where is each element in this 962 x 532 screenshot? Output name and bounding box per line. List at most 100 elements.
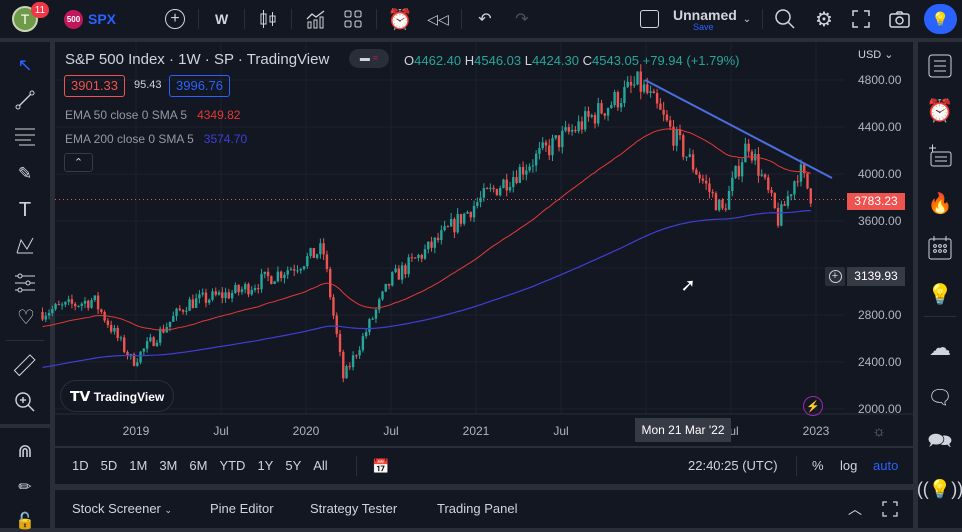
go-to-date-icon[interactable]: 📅 (371, 456, 391, 476)
publish-idea-button[interactable]: 💡 (924, 4, 957, 34)
text-icon[interactable]: T (14, 199, 36, 221)
range-all[interactable]: All (313, 458, 327, 473)
brush-icon[interactable]: ✎ (14, 163, 36, 185)
tab-stock-screener[interactable]: Stock Screener ⌄ (72, 501, 172, 516)
lightning-icon[interactable]: ⚡ (803, 396, 823, 416)
range-1d[interactable]: 1D (72, 458, 89, 473)
redo-icon[interactable]: ↷ (512, 9, 532, 29)
candle-body (423, 249, 427, 259)
buy-button[interactable]: 3996.76 (169, 75, 230, 97)
ideas-bulb-icon[interactable]: 💡 (927, 281, 953, 307)
candle-body (548, 145, 551, 156)
cursor-icon[interactable]: ↖ (14, 54, 36, 76)
visibility-toggle[interactable]: ▬ ≈ (349, 49, 389, 68)
candle-body (466, 211, 469, 214)
candle-body (109, 325, 113, 332)
range-ytd[interactable]: YTD (219, 458, 245, 473)
chats-icon[interactable]: 🗨 (927, 384, 953, 410)
watchlist-icon[interactable] (928, 54, 952, 78)
fullscreen-icon[interactable] (851, 9, 871, 29)
candle-body (420, 255, 423, 259)
range-1y[interactable]: 1Y (257, 458, 273, 473)
date-range-bar: 1D 5D 1M 3M 6M YTD 1Y 5Y All 📅 22:40:25 (UTC) % … (55, 448, 913, 484)
range-5y[interactable]: 5Y (285, 458, 301, 473)
search-icon[interactable] (774, 8, 796, 30)
symbol-search[interactable]: SPX (88, 11, 116, 27)
range-5d[interactable]: 5D (101, 458, 118, 473)
chat-cloud-icon[interactable]: ☁ (926, 335, 954, 361)
chevron-up-icon[interactable]: ︿ (845, 499, 865, 519)
data-window-icon[interactable] (928, 144, 952, 168)
range-6m[interactable]: 6M (189, 458, 207, 473)
calendar-icon[interactable] (928, 236, 952, 260)
range-1m[interactable]: 1M (129, 458, 147, 473)
symbol-logo: 500 (64, 10, 83, 29)
messages-icon[interactable]: 🗪 (927, 430, 953, 456)
layout-square-icon[interactable] (640, 10, 659, 28)
prediction-icon[interactable] (14, 272, 36, 294)
add-alert-icon[interactable]: + (825, 267, 845, 286)
candle-body (201, 292, 204, 295)
trend-line-icon[interactable] (14, 89, 36, 111)
streams-icon[interactable]: ((💡)) (917, 476, 962, 502)
percent-toggle[interactable]: % (812, 458, 824, 473)
candle-body (410, 257, 414, 259)
camera-icon[interactable] (888, 9, 910, 29)
ema50-legend[interactable]: EMA 50 close 0 SMA 5 4349.82 (65, 108, 240, 122)
candle-body (734, 165, 737, 178)
candles-icon[interactable] (258, 8, 278, 30)
interval-button[interactable]: W (215, 11, 228, 27)
chart-settings-sun-icon[interactable]: ☼ (870, 422, 888, 440)
chevron-down-icon[interactable]: ⌄ (740, 11, 754, 27)
undo-icon[interactable]: ↶ (475, 9, 495, 29)
auto-toggle[interactable]: auto (873, 458, 898, 473)
tab-trading-panel[interactable]: Trading Panel (437, 501, 517, 516)
ruler-icon[interactable] (13, 354, 36, 378)
lock-icon[interactable]: 🔓 (14, 510, 36, 532)
gear-icon[interactable]: ⚙ (812, 7, 836, 31)
indicators-icon[interactable] (305, 8, 327, 30)
candle-body (740, 162, 744, 177)
candle-body (682, 135, 685, 157)
fib-icon[interactable] (14, 126, 36, 148)
candle-body (809, 188, 812, 204)
log-toggle[interactable]: log (840, 458, 857, 473)
candle-body (580, 121, 584, 130)
ohlc-readout: O4462.40 H4546.03 L4424.30 C4543.05 +79.… (404, 53, 740, 68)
candle-body (485, 188, 489, 190)
alarm-clock-icon[interactable]: ⏰ (926, 98, 953, 124)
ema200-legend[interactable]: EMA 200 close 0 SMA 5 3574.70 (65, 132, 247, 146)
candle-body (806, 173, 809, 189)
currency-selector[interactable]: USD ⌄ (858, 48, 894, 61)
maximize-panel-icon[interactable] (880, 499, 900, 519)
templates-icon[interactable] (343, 9, 363, 29)
save-button[interactable]: Save (693, 22, 714, 32)
pattern-icon[interactable] (14, 235, 36, 257)
price-chart[interactable] (41, 42, 913, 446)
magnet-icon[interactable]: ⋒ (14, 440, 36, 462)
candle-body (711, 191, 714, 194)
clock[interactable]: 22:40:25 (UTC) (688, 458, 778, 473)
heart-icon[interactable]: ♡ (14, 306, 38, 329)
tab-pine-editor[interactable]: Pine Editor (210, 501, 274, 516)
candle-body (551, 138, 554, 156)
alert-icon[interactable]: ⏰ (388, 7, 413, 31)
hotlist-fire-icon[interactable]: 🔥 (927, 190, 953, 216)
candle-body (152, 337, 155, 346)
candle-body (299, 269, 302, 271)
tab-strategy-tester[interactable]: Strategy Tester (310, 501, 397, 516)
chevron-down-icon: ⌄ (164, 505, 173, 515)
candle-body (361, 336, 365, 351)
chart-pane[interactable]: S&P 500 Index · 1W · SP · TradingView ▬ … (41, 42, 913, 446)
lock-drawings-icon[interactable]: ✏ (14, 476, 36, 498)
zoom-in-icon[interactable] (14, 391, 36, 413)
sell-button[interactable]: 3901.33 (64, 75, 125, 97)
candle-body (744, 143, 747, 163)
collapse-legend-button[interactable]: ⌃ (64, 153, 93, 172)
layout-name[interactable]: Unnamed (673, 7, 737, 23)
replay-icon[interactable]: ◁◁ (427, 9, 449, 29)
candle-body (695, 169, 698, 175)
compare-add-icon[interactable]: + (165, 9, 185, 29)
range-3m[interactable]: 3M (159, 458, 177, 473)
tradingview-watermark[interactable]: 𝗧𝗩 TradingView (60, 380, 175, 412)
